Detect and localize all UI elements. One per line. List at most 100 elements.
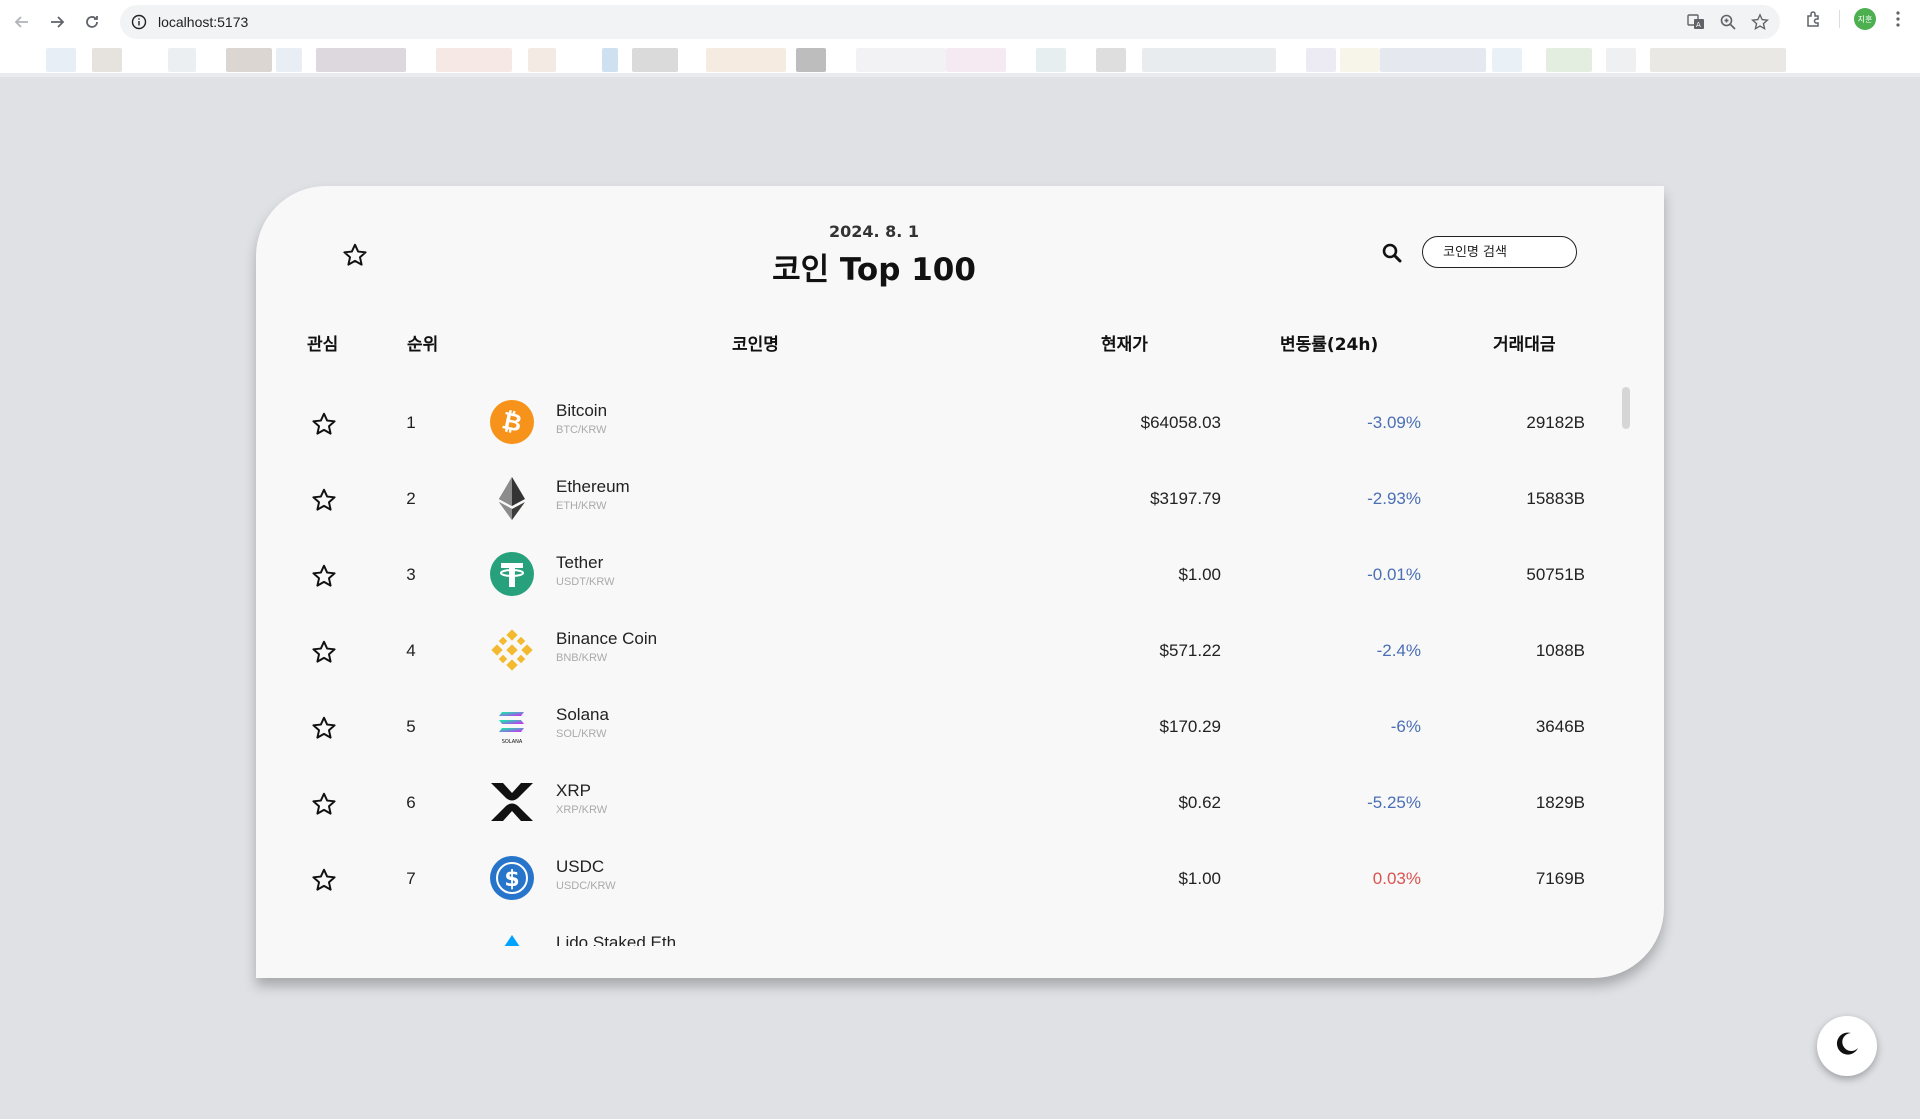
coin-pair: USDT/KRW <box>556 576 615 588</box>
current-price: $1.00 <box>1178 869 1221 888</box>
coin-table[interactable]: 1 ₿ Bitcoin BTC/KRW $64058.03 -3.09% 291… <box>256 391 1664 946</box>
rank: 2 <box>406 489 416 508</box>
coin-pair: USDC/KRW <box>556 880 616 892</box>
date-text: 2024. 8. 1 <box>828 222 920 241</box>
profile-avatar[interactable]: 지훈 <box>1854 8 1876 30</box>
ethereum-logo-icon <box>489 475 535 521</box>
current-price: $3197.79 <box>1150 489 1221 508</box>
bookmark-item[interactable] <box>1142 48 1276 72</box>
bookmark-item[interactable] <box>276 48 302 72</box>
toolbar-divider <box>1839 10 1840 28</box>
table-row[interactable]: 7 $ USDC USDC/KRW $1.00 0.03% 7169B <box>256 847 1664 923</box>
svg-text:A: A <box>1696 21 1701 29</box>
rank: 1 <box>406 413 416 432</box>
bookmark-star-icon[interactable] <box>1750 12 1770 32</box>
page-title: 코인 Top 100 <box>256 244 1492 289</box>
rank: 6 <box>406 793 416 812</box>
favorite-star-icon[interactable] <box>311 563 337 589</box>
table-row[interactable]: 5 SOLANA Solana SOL/KRW $170.29 -6% 3646… <box>256 695 1664 771</box>
search-icon[interactable] <box>1380 241 1404 265</box>
translate-icon[interactable]: A <box>1686 12 1706 32</box>
bookmark-item[interactable] <box>706 48 786 72</box>
coin-name[interactable]: Tether <box>556 553 603 573</box>
change-24h: 0.03% <box>1372 869 1421 888</box>
bookmark-item[interactable] <box>528 48 556 72</box>
table-row[interactable]: 2 Ethereum ETH/KRW $3197.79 -2.93% 15883… <box>256 467 1664 543</box>
bitcoin-logo-icon: ₿ <box>489 399 535 445</box>
bookmark-item[interactable] <box>226 48 272 72</box>
xrp-logo-icon <box>489 779 535 825</box>
change-24h: -0.01% <box>1367 565 1421 584</box>
bookmark-item[interactable] <box>1606 48 1636 72</box>
forward-arrow-icon[interactable] <box>45 10 69 34</box>
site-info-icon[interactable] <box>130 13 148 31</box>
coin-name[interactable]: Binance Coin <box>556 629 657 649</box>
current-price: $1.00 <box>1178 565 1221 584</box>
usdc-logo-icon: $ <box>489 855 535 901</box>
bookmark-item[interactable] <box>1546 48 1592 72</box>
current-price: $170.29 <box>1159 717 1221 736</box>
trade-volume: 1829B <box>1535 793 1585 812</box>
coin-name[interactable]: Lido Staked Eth <box>556 933 676 946</box>
coin-name[interactable]: Solana <box>556 705 609 725</box>
favorite-star-icon[interactable] <box>311 639 337 665</box>
tether-logo-icon <box>489 551 535 597</box>
coin-pair: SOL/KRW <box>556 728 607 740</box>
table-row[interactable]: 3 Tether USDT/KRW $1.00 -0.01% 50751B <box>256 543 1664 619</box>
url-text[interactable]: localhost:5173 <box>158 14 248 30</box>
trade-volume: 15883B <box>1526 489 1585 508</box>
table-row[interactable]: 1 ₿ Bitcoin BTC/KRW $64058.03 -3.09% 291… <box>256 391 1664 467</box>
coin-pair: BNB/KRW <box>556 652 608 664</box>
table-scrollbar[interactable] <box>1622 387 1630 429</box>
column-header-rank: 순위 <box>407 335 439 355</box>
bookmark-item[interactable] <box>1380 48 1486 72</box>
dark-mode-toggle-button[interactable] <box>1817 1016 1877 1076</box>
coin-name[interactable]: USDC <box>556 857 604 877</box>
bookmark-item[interactable] <box>1096 48 1126 72</box>
bookmark-item[interactable] <box>46 48 76 72</box>
extensions-puzzle-icon[interactable] <box>1803 8 1825 30</box>
bookmark-item[interactable] <box>602 48 618 72</box>
address-bar[interactable]: localhost:5173 A <box>120 5 1780 39</box>
favorite-star-icon[interactable] <box>311 867 337 893</box>
column-header-name: 코인명 <box>732 335 779 355</box>
bookmark-item[interactable] <box>436 48 512 72</box>
change-24h: -3.09% <box>1367 413 1421 432</box>
bookmark-item[interactable] <box>92 48 122 72</box>
favorite-star-icon[interactable] <box>311 715 337 741</box>
zoom-icon[interactable] <box>1718 12 1738 32</box>
column-header-favorite: 관심 <box>307 335 339 355</box>
chrome-menu-icon[interactable] <box>1890 8 1906 30</box>
bookmark-item[interactable] <box>316 48 406 72</box>
table-row[interactable]: 6 XRP XRP/KRW $0.62 -5.25% 1829B <box>256 771 1664 847</box>
trade-volume: 1088B <box>1535 641 1585 660</box>
bookmark-item[interactable] <box>632 48 678 72</box>
coin-search-input[interactable] <box>1422 236 1577 268</box>
bookmark-item[interactable] <box>946 48 1006 72</box>
table-row[interactable]: Lido Staked Eth <box>256 923 1664 946</box>
solana-logo-icon: SOLANA <box>489 703 535 749</box>
bookmark-item[interactable] <box>1650 48 1786 72</box>
coin-name[interactable]: XRP <box>556 781 591 801</box>
current-price: $64058.03 <box>1140 413 1221 432</box>
coin-list-card: 2024. 8. 1 코인 Top 100 관심 순위 코인명 현재가 변동률(… <box>256 186 1664 978</box>
back-arrow-icon[interactable] <box>10 10 34 34</box>
bookmark-item[interactable] <box>856 48 946 72</box>
bookmark-item[interactable] <box>1036 48 1066 72</box>
bookmark-item[interactable] <box>1306 48 1336 72</box>
bookmark-item[interactable] <box>168 48 196 72</box>
bookmark-item[interactable] <box>796 48 826 72</box>
reload-icon[interactable] <box>80 10 104 34</box>
rank: 3 <box>406 565 416 584</box>
bookmark-item[interactable] <box>1340 48 1380 72</box>
column-header-change: 변동률(24h) <box>1280 335 1379 355</box>
favorite-star-icon[interactable] <box>311 411 337 437</box>
coin-name[interactable]: Bitcoin <box>556 401 607 421</box>
coin-name[interactable]: Ethereum <box>556 477 630 497</box>
bookmark-item[interactable] <box>1492 48 1522 72</box>
table-row[interactable]: 4 Binance Coin BNB/KRW $571.22 -2.4% 108… <box>256 619 1664 695</box>
favorite-star-icon[interactable] <box>311 791 337 817</box>
title-text: 코인 Top 100 <box>772 252 976 288</box>
favorite-star-icon[interactable] <box>311 487 337 513</box>
svg-text:SOLANA: SOLANA <box>502 739 523 745</box>
